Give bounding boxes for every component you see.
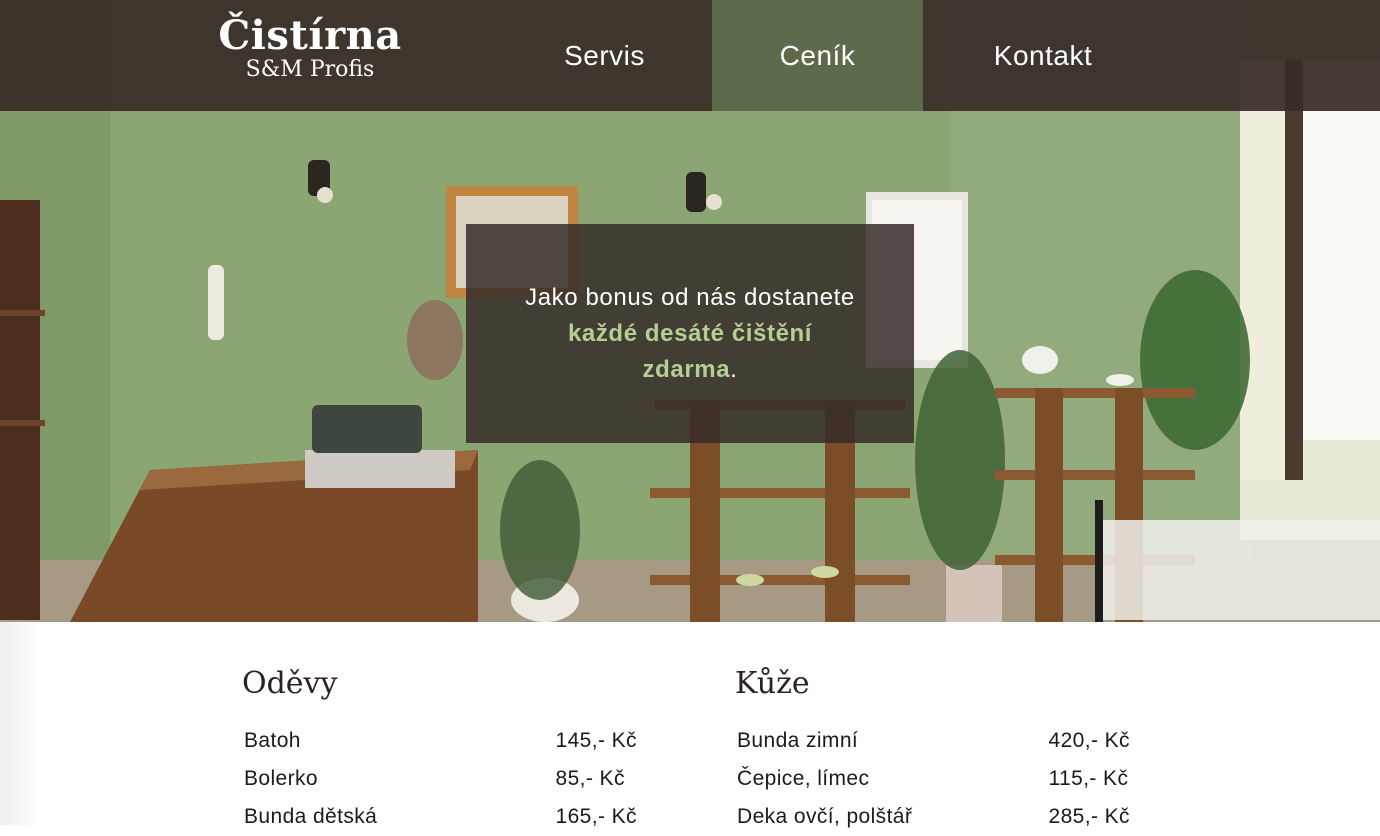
- price-row: Bolerko 85,- Kč: [242, 760, 662, 798]
- item-name: Batoh: [244, 729, 301, 752]
- promo-text-end: .: [730, 355, 738, 383]
- item-price: 115,- Kč: [1048, 767, 1129, 790]
- price-list-kuze: Kůže Bunda zimní 420,- Kč Čepice, límec …: [735, 662, 1155, 836]
- logo-subtitle: S&M Profis: [245, 57, 375, 82]
- item-price: 165,- Kč: [555, 805, 637, 828]
- item-name: Bolerko: [244, 767, 319, 790]
- promo-text-start: Jako bonus od nás dostanete: [525, 283, 855, 311]
- price-list-heading: Oděvy: [242, 666, 338, 701]
- top-navigation-bar: Čistírna S&M Profis Servis Ceník Kontakt: [0, 0, 1380, 111]
- item-price: 145,- Kč: [555, 729, 637, 752]
- nav-item-kontakt[interactable]: Kontakt: [923, 0, 1163, 111]
- price-list-section: Oděvy Batoh 145,- Kč Bolerko 85,- Kč Bun…: [0, 622, 1380, 828]
- nav-item-servis[interactable]: Servis: [497, 0, 712, 111]
- promo-highlight: každé desáté čištění zdarma: [567, 319, 813, 383]
- item-name: Bunda dětská: [244, 805, 378, 828]
- logo-title: Čistírna: [218, 12, 402, 59]
- nav-item-cenik[interactable]: Ceník: [712, 0, 923, 111]
- item-price: 285,- Kč: [1048, 805, 1130, 828]
- price-row: Čepice, límec 115,- Kč: [735, 760, 1155, 798]
- price-row: Batoh 145,- Kč: [242, 722, 662, 760]
- promo-box: Jako bonus od nás dostanete každé desáté…: [466, 224, 914, 443]
- site-logo[interactable]: Čistírna S&M Profis: [210, 12, 410, 82]
- main-nav: Servis Ceník Kontakt: [497, 0, 1163, 111]
- item-name: Čepice, límec: [737, 767, 870, 790]
- item-name: Deka ovčí, polštář: [737, 805, 913, 828]
- price-row: Bunda zimní 420,- Kč: [735, 722, 1155, 760]
- price-row: Deka ovčí, polštář 285,- Kč: [735, 798, 1155, 836]
- price-list-odevy: Oděvy Batoh 145,- Kč Bolerko 85,- Kč Bun…: [242, 662, 662, 836]
- item-price: 85,- Kč: [555, 767, 625, 790]
- item-name: Bunda zimní: [737, 729, 859, 752]
- item-price: 420,- Kč: [1048, 729, 1130, 752]
- edge-shadow: [0, 622, 40, 825]
- price-row: Bunda dětská 165,- Kč: [242, 798, 662, 836]
- price-list-heading: Kůže: [735, 666, 810, 701]
- promo-text: Jako bonus od nás dostanete každé desáté…: [525, 280, 855, 388]
